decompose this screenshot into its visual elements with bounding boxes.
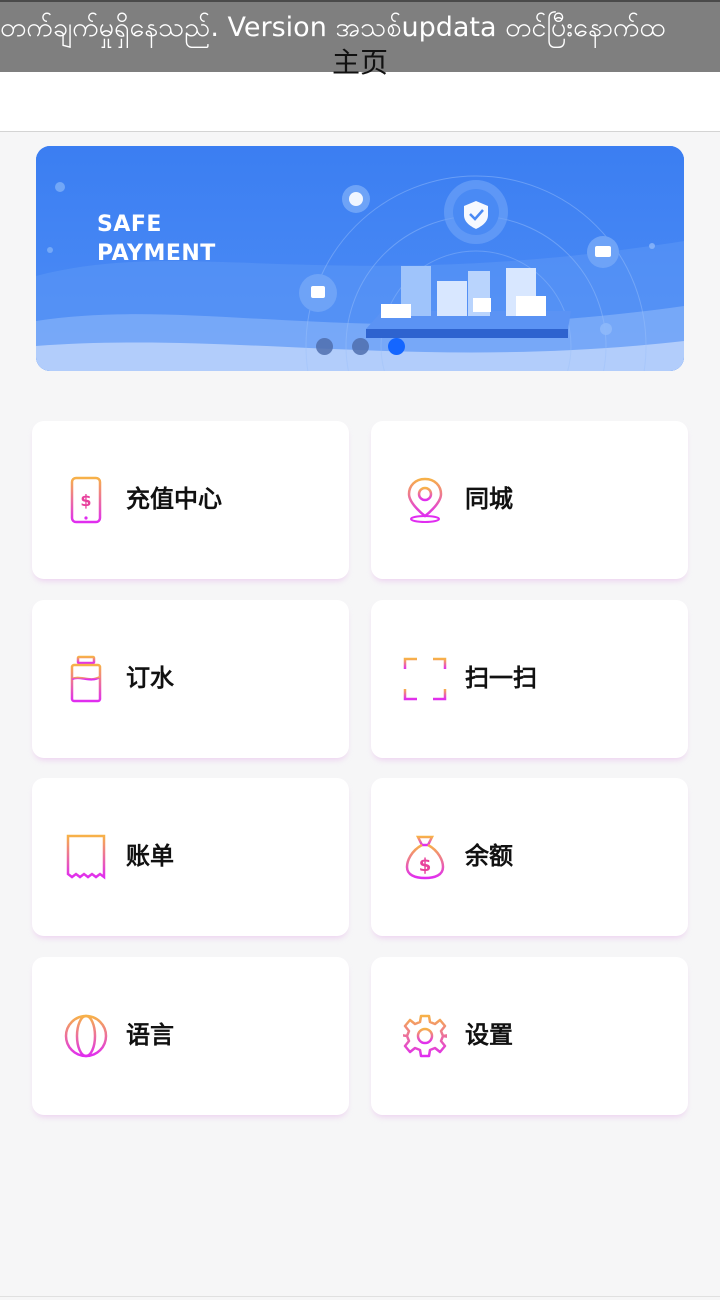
banner-line-1: SAFE [97, 212, 162, 237]
carousel-dot-active[interactable] [388, 338, 405, 355]
phone-dollar-icon: $ [70, 476, 102, 524]
notice-text: တက်ချက်မှုရှိနေသည်. Version အသစ်updata တ… [0, 12, 666, 43]
menu-label-recharge: 充值中心 [126, 485, 222, 513]
menu-label-balance: 余额 [465, 842, 513, 870]
gear-icon [403, 1014, 447, 1058]
menu-label-bill: 账单 [126, 842, 174, 870]
menu-label-scan: 扫一扫 [465, 664, 537, 692]
menu-label-language: 语言 [126, 1021, 174, 1049]
svg-text:$: $ [80, 491, 91, 510]
menu-tile-recharge[interactable]: $ 充值中心 [32, 421, 349, 579]
promo-banner[interactable]: SAFE PAYMENT [36, 146, 684, 371]
money-bag-icon: $ [405, 835, 445, 880]
menu-tile-scan[interactable]: 扫一扫 [371, 600, 688, 758]
bottom-divider [0, 1296, 720, 1297]
carousel-dot[interactable] [352, 338, 369, 355]
menu-label-order-water: 订水 [126, 664, 174, 692]
menu-tile-language[interactable]: 语言 [32, 957, 349, 1115]
top-header: 主页 [0, 46, 720, 132]
globe-icon [64, 1014, 108, 1058]
location-pin-icon [407, 477, 443, 523]
menu-tile-order-water[interactable]: 订水 [32, 600, 349, 758]
bill-icon [66, 834, 106, 880]
menu-label-local: 同城 [465, 485, 513, 513]
menu-tile-settings[interactable]: 设置 [371, 957, 688, 1115]
menu-tile-bill[interactable]: 账单 [32, 778, 349, 936]
menu-tile-balance[interactable]: $ 余额 [371, 778, 688, 936]
carousel-indicator [36, 338, 684, 356]
water-bottle-icon [70, 655, 102, 703]
carousel-dot[interactable] [316, 338, 333, 355]
menu-label-settings: 设置 [465, 1021, 513, 1049]
scan-icon [403, 657, 447, 701]
banner-headline: SAFE PAYMENT [97, 210, 216, 268]
svg-text:$: $ [419, 855, 432, 876]
banner-line-2: PAYMENT [97, 241, 216, 266]
menu-tile-local[interactable]: 同城 [371, 421, 688, 579]
page-title: 主页 [331, 46, 388, 79]
